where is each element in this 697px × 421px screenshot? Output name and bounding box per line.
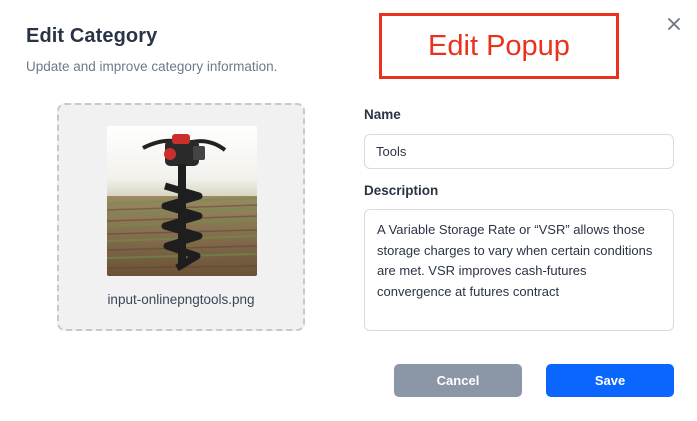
description-textarea[interactable]: A Variable Storage Rate or “VSR” allows …	[364, 209, 674, 331]
cancel-button[interactable]: Cancel	[394, 364, 522, 397]
category-image-thumbnail	[107, 126, 257, 276]
modal-subtitle: Update and improve category information.	[26, 59, 278, 74]
uploaded-file-name: input-onlinepngtools.png	[107, 292, 255, 307]
name-input[interactable]: Tools	[364, 134, 674, 169]
description-label: Description	[364, 183, 439, 198]
image-upload-dropzone[interactable]: input-onlinepngtools.png	[57, 103, 305, 331]
save-button[interactable]: Save	[546, 364, 674, 397]
annotation-label: Edit Popup	[379, 13, 619, 79]
close-icon	[668, 18, 680, 30]
modal-title: Edit Category	[26, 25, 158, 47]
close-button[interactable]	[664, 14, 684, 34]
edit-category-modal: Edit Category Update and improve categor…	[0, 0, 697, 421]
name-label: Name	[364, 107, 401, 122]
